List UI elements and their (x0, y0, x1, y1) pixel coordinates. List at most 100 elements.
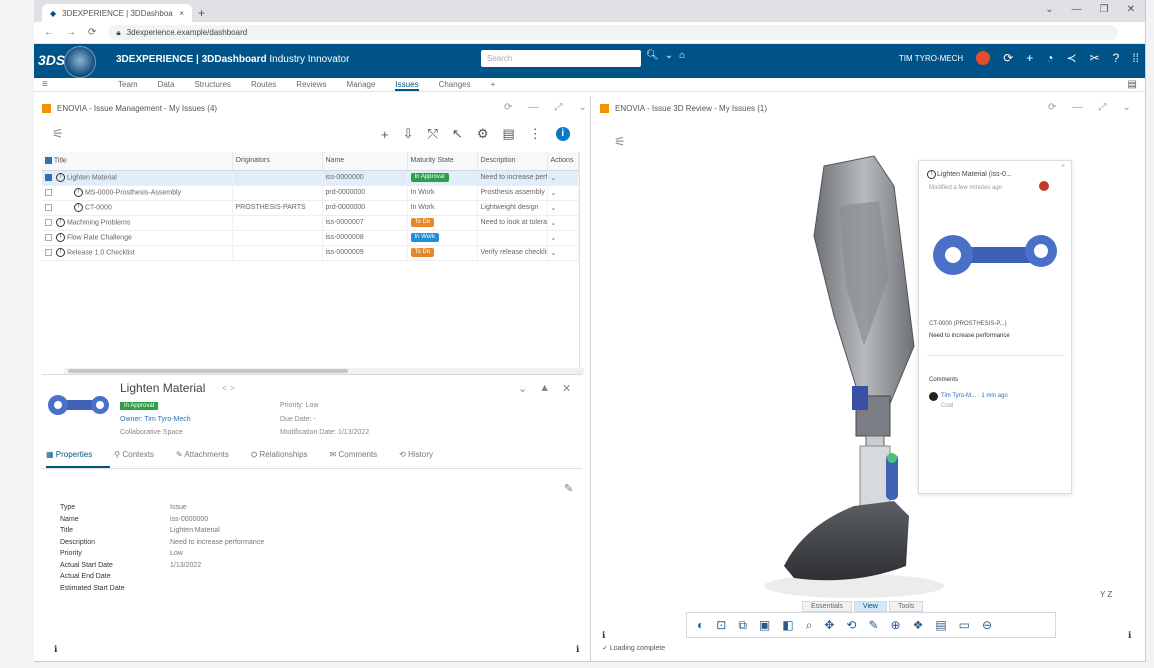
minimize-panel-icon[interactable]: — (1072, 102, 1082, 113)
tag-collab-icon[interactable]: ≺ (1067, 51, 1077, 65)
capture-icon[interactable]: ▤ (935, 618, 946, 632)
expand-icon[interactable]: ⤢ (1098, 102, 1106, 113)
card-title[interactable]: Lighten Material (iss-0... (937, 171, 1012, 178)
row-actions[interactable]: ⌄ (547, 215, 579, 231)
grid-vertical-scrollbar[interactable] (579, 152, 580, 372)
status-badge[interactable]: To Do (410, 218, 435, 227)
fit-all-icon[interactable]: ⊡ (716, 618, 726, 632)
list-view-icon[interactable]: ▤ (502, 126, 514, 142)
row-actions[interactable]: ⌄ (547, 200, 579, 216)
search-icon[interactable]: 🔍︎ (646, 50, 659, 61)
column-header-maturity[interactable]: Maturity State (407, 152, 478, 171)
help-icon[interactable]: ? (1113, 51, 1120, 65)
row-actions[interactable]: ⌄ (547, 170, 579, 186)
tab-issues[interactable]: Issues (395, 80, 419, 91)
row-checkbox[interactable] (45, 219, 52, 226)
avatar[interactable] (976, 51, 991, 65)
render-icon[interactable]: ◧ (782, 618, 793, 632)
issue-preview-card[interactable]: × ! Lighten Material (iss-0... Modified … (918, 160, 1072, 494)
search-input[interactable]: Search (481, 50, 641, 67)
select-all-checkbox[interactable] (45, 157, 52, 165)
info-small-icon[interactable]: ℹ (576, 644, 579, 655)
chevron-down-icon[interactable]: ⌄ (551, 175, 557, 182)
maximize-icon[interactable]: ❐ (1100, 4, 1109, 15)
minimize-icon[interactable]: — (1072, 4, 1082, 15)
tab-reviews[interactable]: Reviews (296, 80, 326, 91)
tab-structures[interactable]: Structures (194, 80, 230, 91)
cell-maturity[interactable]: In Approval (407, 170, 478, 186)
add-tab-button[interactable]: + (491, 80, 496, 91)
compass-icon[interactable] (64, 46, 96, 78)
tab-data[interactable]: Data (158, 80, 175, 91)
chevron-down-icon[interactable]: ⌄ (551, 190, 557, 197)
tab-tools[interactable]: Tools (888, 601, 924, 612)
hide-icon[interactable]: ⊖ (982, 618, 992, 632)
row-actions[interactable]: ⌄ (547, 230, 579, 246)
cell-maturity[interactable]: In Work (407, 185, 478, 201)
close-window-icon[interactable]: ✕ (1127, 4, 1135, 15)
row-checkbox[interactable] (45, 234, 52, 241)
tab-properties[interactable]: ▦ Properties (46, 450, 92, 460)
filter-icon[interactable]: ⚟ (52, 126, 64, 142)
settings-icon[interactable]: ⚙ (477, 126, 489, 142)
zoom-icon[interactable]: ⌕ (806, 618, 813, 633)
table-row[interactable]: ! MS-0000-Prosthesis-Assembly prd-0000000… (42, 185, 579, 201)
cell-title[interactable]: ! Flow Rate Challenge (42, 230, 233, 246)
back-icon[interactable]: ← (44, 27, 54, 38)
tab-comments[interactable]: ✉ Comments (330, 450, 378, 460)
tab-history[interactable]: ⟲ History (399, 450, 433, 460)
tab-view[interactable]: View (853, 601, 887, 612)
import-icon[interactable]: ⇩ (403, 126, 414, 142)
column-header-originators[interactable]: Originators (232, 152, 323, 171)
tab-search-icon[interactable]: ⌄ (1045, 4, 1053, 15)
add-issue-icon[interactable]: + (381, 127, 389, 142)
pan-icon[interactable]: ✥ (824, 618, 834, 632)
column-header-actions[interactable]: Actions (547, 152, 579, 171)
refresh-icon[interactable]: ⟳ (504, 102, 512, 113)
tag-icon[interactable]: ⌂ (679, 50, 685, 61)
tab-contexts[interactable]: ⚲ Contexts (114, 450, 154, 460)
pointer-icon[interactable]: ↖ (452, 126, 463, 142)
chevron-down-icon[interactable]: ⌄ (1122, 102, 1130, 113)
rotate-icon[interactable]: ⟲ (846, 618, 856, 632)
close-icon[interactable]: × (179, 9, 184, 18)
cell-maturity[interactable]: To Do (407, 245, 478, 261)
detail-owner[interactable]: Owner: Tim Tyro-Mech (120, 416, 191, 423)
info-icon[interactable]: i (555, 127, 570, 141)
layout-icon[interactable]: ▭ (959, 618, 970, 632)
close-icon[interactable]: × (1061, 163, 1065, 170)
panel-divider[interactable] (590, 96, 591, 661)
forward-icon[interactable]: → (66, 27, 76, 38)
share-network-icon[interactable]: ◔ (1046, 51, 1053, 65)
tab-routes[interactable]: Routes (251, 80, 276, 91)
column-header-title[interactable]: Title (42, 152, 233, 171)
url-field[interactable]: 🔒︎ 3dexperience.example/dashboard (108, 25, 1119, 40)
compass-tool-icon[interactable]: ✂ (1090, 51, 1100, 65)
refresh-icon[interactable]: ⟳ (1048, 102, 1056, 113)
status-badge[interactable]: In Work (411, 189, 435, 196)
share-icon[interactable]: ⟳ (1003, 51, 1013, 65)
cell-title[interactable]: ! CT-0000 (42, 200, 233, 216)
cell-title[interactable]: ! MS-0000-Prosthesis-Assembly (42, 185, 233, 201)
info-small-icon[interactable]: ℹ (602, 630, 605, 641)
row-actions[interactable]: ⌄ (547, 185, 579, 201)
detail-nav-arrows[interactable]: < > (222, 383, 235, 393)
card-part-label[interactable]: CT-0000 (PROSTHESIS-P...) (929, 321, 1007, 327)
collapse-icon[interactable]: ▲ (539, 382, 550, 395)
status-badge[interactable]: In Approval (410, 173, 449, 182)
chat-icon[interactable]: ▤ (1128, 79, 1137, 90)
cell-maturity[interactable]: To Do (407, 215, 478, 231)
tab-changes[interactable]: Changes (439, 80, 471, 91)
chevron-down-icon[interactable]: ⌄ (665, 50, 673, 61)
reload-icon[interactable]: ⟳ (88, 27, 96, 38)
chevron-down-icon[interactable]: ⌄ (551, 205, 557, 212)
table-row[interactable]: ! Lighten Material iss-0000000 In Approval… (42, 170, 579, 186)
status-badge[interactable]: In Approval (120, 402, 159, 410)
measure-icon[interactable]: ⊕ (891, 618, 901, 632)
section-icon[interactable]: ⧉ (738, 618, 747, 633)
chevron-down-icon[interactable]: ⌄ (551, 235, 557, 242)
grid-icon[interactable]: ⁞⁞ (1132, 51, 1139, 65)
chevron-down-icon[interactable]: ⌄ (551, 250, 557, 257)
status-badge[interactable]: In Work (410, 233, 440, 242)
add-icon[interactable]: + (1026, 51, 1033, 65)
